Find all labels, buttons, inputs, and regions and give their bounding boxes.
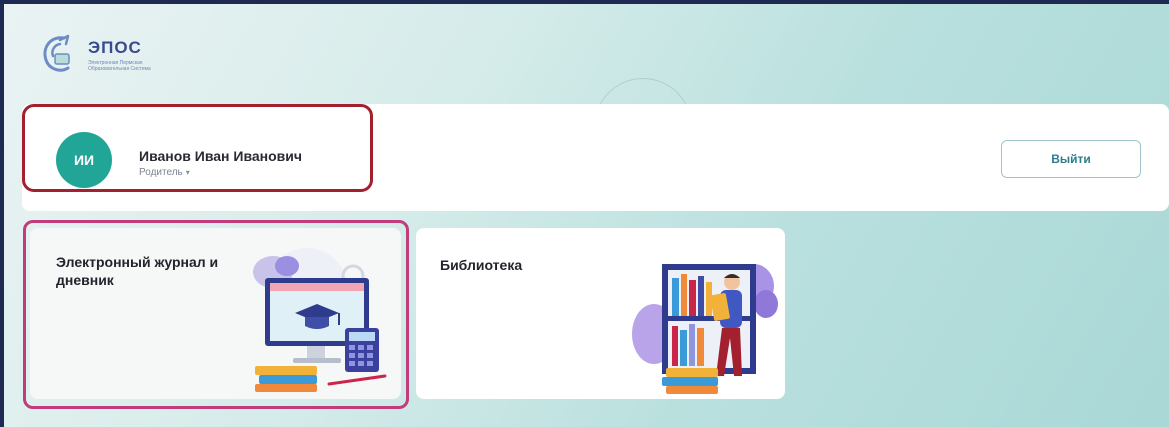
tile-library[interactable]: Библиотека <box>416 228 785 399</box>
bookshelf-person-illustration <box>632 264 778 394</box>
app-frame: ЭПОС Электронная Пермская Образовательна… <box>0 0 1169 427</box>
journal-highlight-frame <box>23 220 409 409</box>
logout-button[interactable]: Выйти <box>1001 140 1141 178</box>
epos-logo-icon <box>43 34 70 72</box>
logo-subtitle: Электронная Пермская Образовательная Сис… <box>88 60 151 72</box>
profile-highlight-frame <box>22 104 373 192</box>
logo-title: ЭПОС <box>88 38 142 57</box>
tile-library-title: Библиотека <box>440 257 523 273</box>
app-logo[interactable]: ЭПОС Электронная Пермская Образовательна… <box>38 32 198 92</box>
